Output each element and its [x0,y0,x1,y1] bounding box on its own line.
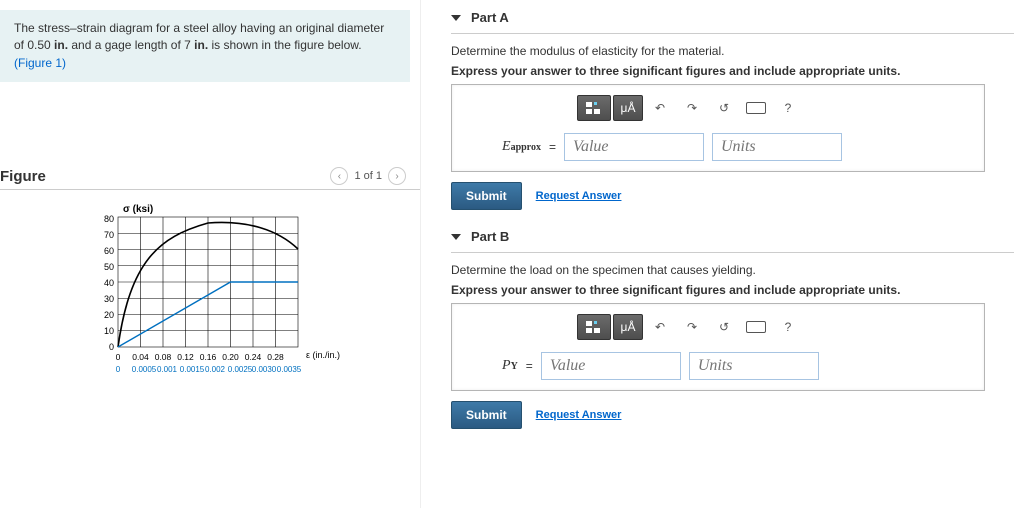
symbols-button[interactable]: μÅ [613,95,643,121]
svg-text:10: 10 [104,326,114,336]
part-a-submit-button[interactable]: Submit [451,182,522,210]
part-a-answer-box: μÅ ↶ ↷ ↺ ? Eapprox = [451,84,985,172]
svg-text:70: 70 [104,230,114,240]
problem-statement: The stress–strain diagram for a steel al… [0,10,410,82]
svg-text:0.12: 0.12 [177,352,194,362]
svg-text:0.08: 0.08 [155,352,172,362]
svg-text:0.0030: 0.0030 [252,365,277,374]
part-b-hint: Express your answer to three significant… [451,283,1014,297]
redo-icon[interactable]: ↷ [677,95,707,121]
part-b-submit-button[interactable]: Submit [451,401,522,429]
problem-text: is shown in the figure below. [212,38,362,52]
svg-text:30: 30 [104,294,114,304]
stress-strain-chart: σ (ksi) 80 70 60 50 40 30 20 10 0 0 0.04 0.08 0.12 0… [68,202,420,390]
svg-text:0.001: 0.001 [157,365,178,374]
templates-icon[interactable] [577,95,611,121]
part-b-request-answer-link[interactable]: Request Answer [536,409,622,421]
svg-text:40: 40 [104,278,114,288]
part-a-variable: Eapprox [502,139,541,155]
caret-down-icon [451,15,461,21]
undo-icon[interactable]: ↶ [645,95,675,121]
undo-icon[interactable]: ↶ [645,314,675,340]
svg-text:80: 80 [104,214,114,224]
keyboard-icon[interactable] [741,95,771,121]
svg-text:0.28: 0.28 [267,352,284,362]
figure-prev-button[interactable]: ‹ [330,167,348,185]
x-axis-label: ε (in./in.) [306,350,340,360]
svg-text:0.0015: 0.0015 [180,365,205,374]
equals-sign: = [549,140,556,154]
svg-text:0.16: 0.16 [200,352,217,362]
svg-text:0.0005: 0.0005 [132,365,157,374]
figure-next-button[interactable]: › [388,167,406,185]
symbols-button[interactable]: μÅ [613,314,643,340]
part-a-header[interactable]: Part A [451,5,1014,34]
part-b-value-input[interactable] [541,352,681,380]
part-b-variable: PY [502,358,518,374]
unit: in. [54,38,68,52]
part-b-answer-box: μÅ ↶ ↷ ↺ ? PY = [451,303,985,391]
part-b-title: Part B [471,229,509,244]
svg-text:0: 0 [116,352,121,362]
equals-sign: = [526,359,533,373]
part-a-hint: Express your answer to three significant… [451,64,1014,78]
templates-icon[interactable] [577,314,611,340]
reset-icon[interactable]: ↺ [709,314,739,340]
part-b-instruction: Determine the load on the specimen that … [451,263,1014,277]
figure-link[interactable]: (Figure 1) [14,56,66,70]
part-a-title: Part A [471,10,509,25]
part-b-header[interactable]: Part B [451,224,1014,253]
part-a-request-answer-link[interactable]: Request Answer [536,190,622,202]
y-axis-label: σ (ksi) [123,204,153,215]
part-a-value-input[interactable] [564,133,704,161]
svg-text:60: 60 [104,246,114,256]
svg-text:0.20: 0.20 [222,352,239,362]
svg-text:0.0025: 0.0025 [228,365,253,374]
figure-page-label: 1 of 1 [354,170,382,182]
unit: in. [194,38,208,52]
part-a-instruction: Determine the modulus of elasticity for … [451,44,1014,58]
svg-text:0.002: 0.002 [205,365,226,374]
svg-text:20: 20 [104,310,114,320]
svg-text:0: 0 [109,342,114,352]
part-b-units-input[interactable] [689,352,819,380]
help-icon[interactable]: ? [773,314,803,340]
figure-title: Figure [0,168,46,185]
redo-icon[interactable]: ↷ [677,314,707,340]
svg-text:50: 50 [104,262,114,272]
help-icon[interactable]: ? [773,95,803,121]
part-a-units-input[interactable] [712,133,842,161]
keyboard-icon[interactable] [741,314,771,340]
figure-pager: ‹ 1 of 1 › [330,167,406,185]
caret-down-icon [451,234,461,240]
svg-text:0: 0 [116,365,121,374]
svg-text:0.0035: 0.0035 [277,365,302,374]
reset-icon[interactable]: ↺ [709,95,739,121]
svg-text:0.24: 0.24 [245,352,262,362]
problem-text: and a gage length of 7 [71,38,194,52]
svg-text:0.04: 0.04 [132,352,149,362]
